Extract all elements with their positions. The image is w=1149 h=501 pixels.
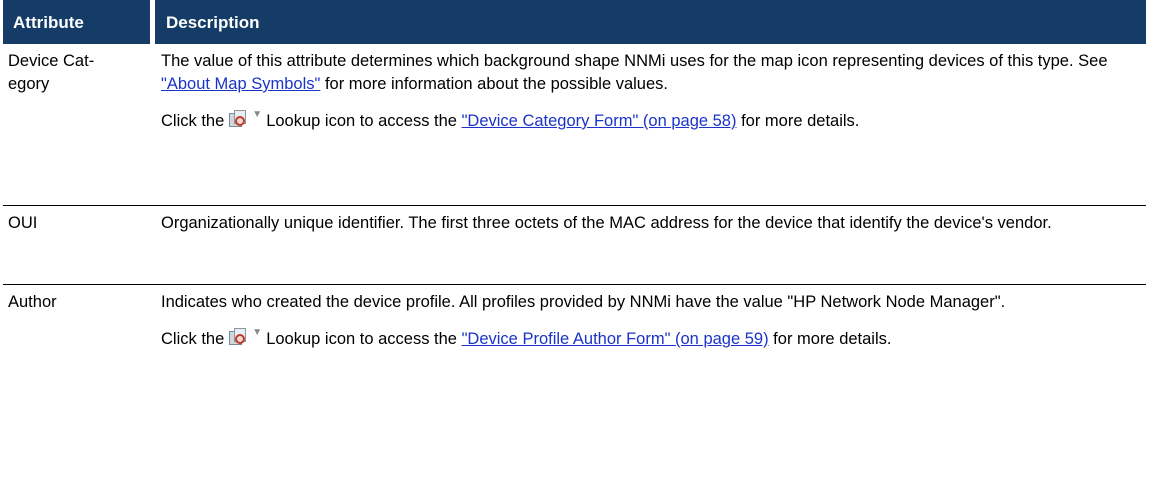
- lookup-icon: [228, 110, 247, 128]
- lookup-button[interactable]: ▼: [228, 328, 262, 346]
- attribute-name-line: Device Cat-: [8, 52, 95, 70]
- description-paragraph: Indicates who created the device profile…: [161, 293, 1006, 311]
- description-cell: Organizationally unique identifier. The …: [150, 206, 1146, 284]
- attribute-name-line: egory: [8, 75, 50, 93]
- device-category-form-link[interactable]: "Device Category Form" (on page 58): [462, 112, 737, 130]
- table-row: Device Cat- egory The value of this attr…: [3, 44, 1146, 206]
- chevron-down-icon: ▼: [252, 327, 263, 338]
- description-paragraph: The value of this attribute determines w…: [161, 52, 1108, 93]
- attribute-table: Attribute Description Device Cat- egory …: [3, 0, 1146, 445]
- table-header: Attribute Description: [3, 0, 1146, 44]
- table-row: Author Indicates who created the device …: [3, 285, 1146, 445]
- attribute-cell: OUI: [8, 214, 38, 232]
- column-header-description: Description: [155, 0, 1146, 44]
- attribute-cell: Device Cat- egory: [3, 44, 150, 205]
- lookup-icon: [228, 328, 247, 346]
- description-paragraph: Click the ▼ Lookup icon to access the "Dev…: [161, 327, 892, 349]
- column-header-attribute: Attribute: [3, 0, 150, 44]
- chevron-down-icon: ▼: [252, 109, 263, 120]
- description-cell: Indicates who created the device profile…: [150, 285, 1146, 445]
- about-map-symbols-link[interactable]: "About Map Symbols": [161, 75, 320, 93]
- table-row: OUI Organizationally unique identifier. …: [3, 206, 1146, 285]
- description-paragraph: Organizationally unique identifier. The …: [161, 214, 1052, 232]
- lookup-button[interactable]: ▼: [228, 110, 262, 128]
- device-profile-author-form-link[interactable]: "Device Profile Author Form" (on page 59…: [462, 330, 769, 348]
- description-cell: The value of this attribute determines w…: [150, 44, 1146, 205]
- description-paragraph: Click the ▼ Lookup icon to access the "Dev…: [161, 109, 860, 131]
- attribute-cell: Author: [8, 293, 57, 311]
